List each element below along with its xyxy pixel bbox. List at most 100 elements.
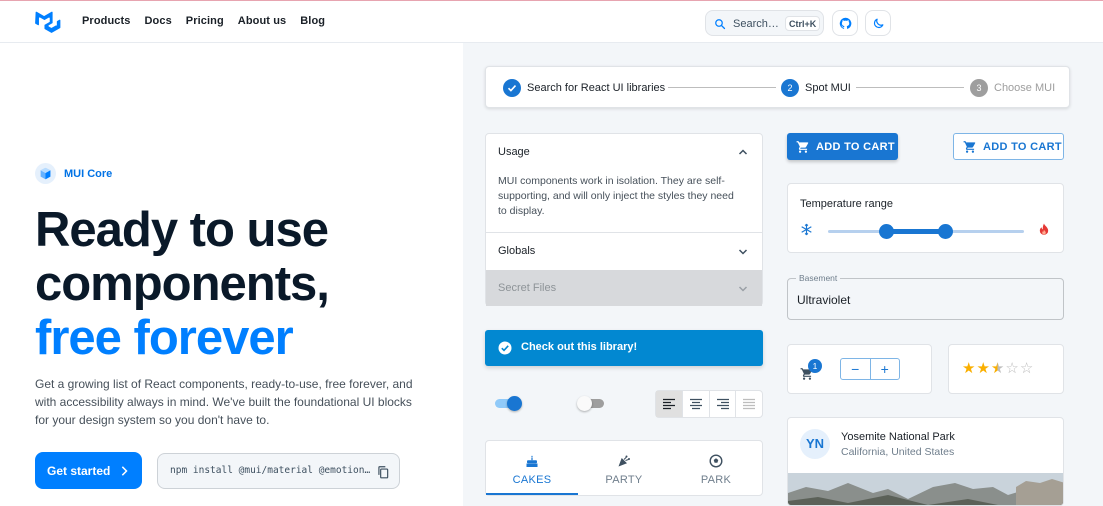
slider-rail[interactable] bbox=[828, 224, 1024, 239]
search-label: Search… bbox=[733, 18, 779, 30]
copy-icon[interactable] bbox=[376, 465, 390, 479]
accordion-secret-files: Secret Files bbox=[486, 270, 762, 306]
cart-icon bbox=[796, 140, 809, 153]
star-rating[interactable]: ★ ★ ★ ☆ ☆ bbox=[962, 360, 1033, 378]
components-showcase: Search for React UI libraries 2 Spot MUI… bbox=[463, 43, 1103, 506]
accordion: Usage MUI components work in isolation. … bbox=[485, 133, 763, 306]
theme-toggle-button[interactable] bbox=[865, 10, 891, 36]
hero-title-line3: free forever bbox=[35, 311, 294, 365]
star-half-icon[interactable]: ★ bbox=[991, 360, 1004, 378]
install-command-box[interactable]: npm install @mui/material @emotion… bbox=[157, 453, 400, 489]
moon-icon bbox=[873, 18, 884, 29]
switch-off[interactable] bbox=[576, 395, 606, 411]
main-nav: Products Docs Pricing About us Blog bbox=[82, 15, 325, 27]
accordion-usage-body: MUI components work in isolation. They a… bbox=[498, 175, 734, 217]
party-icon bbox=[618, 455, 630, 467]
get-started-button[interactable]: Get started bbox=[35, 452, 142, 489]
field-label: Basement bbox=[796, 273, 841, 283]
alert-message: Check out this library! bbox=[521, 341, 638, 353]
tab-cakes[interactable]: CAKES bbox=[486, 441, 578, 497]
cart-quantity-card: 1 − + bbox=[787, 344, 932, 394]
accordion-usage-title: Usage bbox=[498, 146, 530, 158]
tab-cakes-label: CAKES bbox=[512, 474, 552, 486]
align-left-icon bbox=[663, 398, 675, 410]
slider-thumb-high[interactable] bbox=[938, 224, 954, 239]
cake-icon bbox=[526, 455, 538, 467]
switch-on[interactable] bbox=[493, 395, 523, 411]
tab-park-label: PARK bbox=[700, 474, 732, 486]
align-center-button[interactable] bbox=[683, 391, 710, 417]
yosemite-photo bbox=[788, 473, 1063, 505]
star-empty-icon[interactable]: ☆ bbox=[1020, 360, 1033, 378]
search-button[interactable]: Search… Ctrl+K bbox=[705, 10, 824, 36]
fire-icon bbox=[1039, 223, 1049, 235]
hero-title-line1: Ready to use bbox=[35, 203, 329, 257]
location-card[interactable]: YN Yosemite National Park California, Un… bbox=[787, 417, 1064, 506]
install-command: npm install @mui/material @emotion… bbox=[170, 465, 371, 476]
slider-track bbox=[886, 229, 946, 234]
switch-thumb bbox=[507, 396, 522, 411]
decrement-button[interactable]: − bbox=[841, 359, 871, 379]
chevron-right-icon bbox=[122, 465, 128, 476]
add-to-cart-label: ADD TO CART bbox=[816, 140, 895, 153]
align-right-button[interactable] bbox=[710, 391, 737, 417]
icon-tabs: CAKES PARTY PARK bbox=[485, 440, 763, 496]
star-empty-icon[interactable]: ☆ bbox=[1005, 360, 1018, 378]
soccer-ball-icon bbox=[709, 454, 723, 468]
quantity-stepper: − + bbox=[840, 358, 900, 380]
nav-item-pricing[interactable]: Pricing bbox=[186, 15, 224, 27]
tab-park[interactable]: PARK bbox=[670, 441, 762, 497]
align-center-icon bbox=[689, 398, 702, 410]
align-left-button[interactable] bbox=[656, 391, 683, 417]
tab-party-label: PARTY bbox=[605, 474, 643, 486]
add-to-cart-contained-button[interactable]: ADD TO CART bbox=[787, 133, 898, 160]
nav-item-products[interactable]: Products bbox=[82, 15, 130, 27]
tab-party[interactable]: PARTY bbox=[578, 441, 670, 497]
step-1-label: Search for React UI libraries bbox=[527, 82, 666, 94]
step-3-number: 3 bbox=[970, 79, 988, 97]
github-button[interactable] bbox=[832, 10, 858, 36]
add-to-cart-label: ADD TO CART bbox=[983, 140, 1062, 153]
accordion-globals-title: Globals bbox=[498, 245, 536, 257]
slider-label: Temperature range bbox=[800, 198, 893, 210]
nav-item-blog[interactable]: Blog bbox=[300, 15, 325, 27]
star-filled-icon[interactable]: ★ bbox=[962, 360, 975, 378]
increment-button[interactable]: + bbox=[871, 359, 900, 379]
step-2[interactable]: 2 Spot MUI bbox=[781, 79, 851, 97]
step-3-label: Choose MUI bbox=[994, 82, 1056, 94]
badge-label: MUI Core bbox=[64, 167, 113, 180]
star-filled-icon[interactable]: ★ bbox=[976, 360, 989, 378]
cart-badge-count: 1 bbox=[808, 359, 822, 373]
check-circle-icon bbox=[498, 341, 512, 355]
chevron-down-icon bbox=[738, 249, 748, 255]
hero-title: Ready to use components, free forever bbox=[35, 203, 330, 365]
chevron-down-icon bbox=[738, 286, 748, 292]
switch-thumb bbox=[577, 396, 592, 411]
cube-icon bbox=[40, 167, 51, 180]
step-2-label: Spot MUI bbox=[805, 82, 851, 94]
search-icon bbox=[715, 19, 726, 30]
card-subtitle: California, United States bbox=[841, 446, 955, 458]
add-to-cart-outlined-button[interactable]: ADD TO CART bbox=[953, 133, 1064, 160]
get-started-label: Get started bbox=[47, 463, 111, 478]
top-nav: Products Docs Pricing About us Blog Sear… bbox=[0, 0, 1103, 43]
snowflake-icon bbox=[801, 223, 812, 236]
basement-text-field[interactable]: Basement Ultraviolet bbox=[787, 273, 1064, 320]
info-alert: Check out this library! bbox=[485, 330, 763, 366]
stepper: Search for React UI libraries 2 Spot MUI… bbox=[485, 66, 1070, 108]
step-2-number: 2 bbox=[781, 79, 799, 97]
step-3[interactable]: 3 Choose MUI bbox=[970, 79, 1055, 97]
check-circle-icon bbox=[503, 79, 521, 97]
rating-card: ★ ★ ★ ☆ ☆ bbox=[948, 344, 1064, 394]
mui-logo-icon[interactable] bbox=[35, 11, 61, 33]
step-connector bbox=[856, 87, 964, 88]
hero-description: Get a growing list of React components, … bbox=[35, 377, 413, 427]
slider-thumb-low[interactable] bbox=[879, 224, 895, 239]
nav-item-about[interactable]: About us bbox=[238, 15, 286, 27]
hero-section: MUI Core Ready to use components, free f… bbox=[0, 43, 463, 506]
accordion-globals[interactable]: Globals bbox=[486, 232, 762, 270]
step-1[interactable]: Search for React UI libraries bbox=[503, 79, 665, 97]
hero-title-line2: components, bbox=[35, 257, 330, 311]
nav-item-docs[interactable]: Docs bbox=[144, 15, 171, 27]
tab-indicator bbox=[486, 493, 578, 495]
